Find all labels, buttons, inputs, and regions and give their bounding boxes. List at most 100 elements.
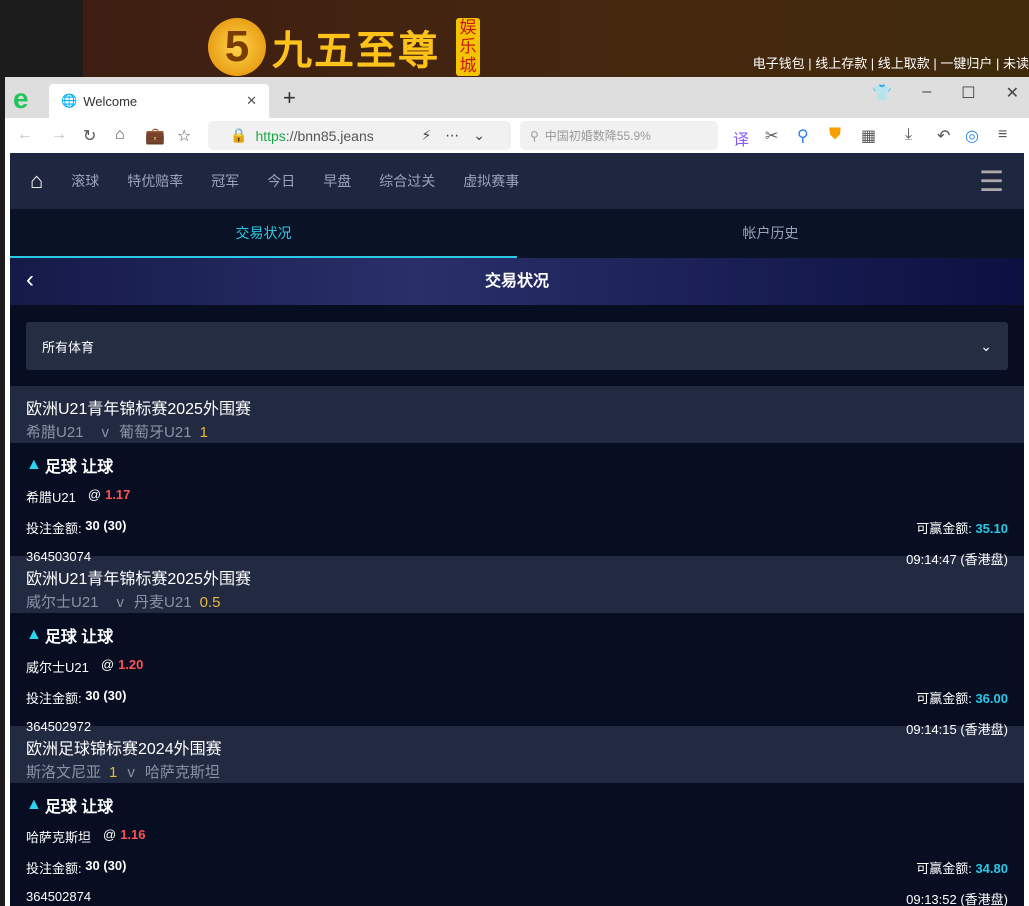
undo-icon[interactable]: ↶ <box>937 126 950 146</box>
menu-icon[interactable]: ≡ <box>998 126 1007 144</box>
bet-time: 09:14:47 (香港盘) <box>906 552 1008 567</box>
home-icon[interactable]: ⌂ <box>30 168 43 194</box>
bet-id: 364503074 <box>26 549 92 564</box>
nav-item[interactable]: 虚拟赛事 <box>463 171 519 191</box>
away-handicap: 1 <box>199 424 208 441</box>
bet-type: 足球 让球 <box>44 799 114 816</box>
logo-name: 九五至尊 <box>272 29 440 73</box>
translate-icon[interactable]: 译 <box>733 126 749 150</box>
nav-item[interactable]: 综合过关 <box>379 171 435 191</box>
warning-icon: ▲ <box>26 796 42 813</box>
site-banner: 5 九五至尊 娱乐城 电子钱包 | 线上存款 | 线上取款 | 一键归户 | 未… <box>83 0 1029 77</box>
scissors-icon[interactable]: ✂ <box>765 126 778 146</box>
search-icon: ⚲ <box>530 128 539 143</box>
away-handicap: 0.5 <box>199 594 221 611</box>
back-icon[interactable]: ← <box>17 126 33 144</box>
url-text: ://bnn85.jeans <box>285 127 374 144</box>
shield-icon[interactable]: ⛊ <box>829 126 841 144</box>
win-amount: 36.00 <box>975 691 1008 706</box>
tab-bar: e 🌐 Welcome ✕ + 👕 – ☐ ✕ <box>5 77 1029 118</box>
league-name: 欧洲U21青年锦标赛2025外围赛 <box>26 401 251 418</box>
bet-item: 欧洲U21青年锦标赛2025外围赛 希腊U21 v 葡萄牙U21 1 ▲ 足球 让球 希… <box>10 386 1024 567</box>
apps-icon[interactable]: ▦ <box>861 126 876 146</box>
reload-icon[interactable]: ↻ <box>83 126 96 146</box>
browser-logo-icon: e <box>13 83 29 114</box>
match-teams: 威尔士U21 v 丹麦U21 0.5 <box>26 591 1008 612</box>
tab-transaction-status[interactable]: 交易状况 <box>10 210 517 258</box>
browser-toolbar: ← → ↻ ⌂ 💼 ☆ 🔒 https://bnn85.jeans ⚡⋯⌄ ⚲ … <box>5 118 1029 154</box>
close-tab-icon[interactable]: ✕ <box>246 93 257 109</box>
bet-item: 欧洲足球锦标赛2024外围赛 斯洛文尼亚 1 v 哈萨克斯坦 ▲ 足球 让球 哈萨克斯坦… <box>10 726 1024 906</box>
briefcase-icon[interactable]: 💼 <box>145 126 165 146</box>
forward-icon[interactable]: → <box>51 126 67 144</box>
win-label: 可赢金额: <box>916 691 972 706</box>
bet-details: ▲ 足球 让球 希腊U21 @ 1.17 投注金额: 30 (30) 可赢金额: 35… <box>10 443 1024 567</box>
home-handicap: 1 <box>109 764 118 781</box>
skin-icon[interactable]: 👕 <box>872 83 892 103</box>
match-teams: 希腊U21 v 葡萄牙U21 1 <box>26 421 1008 442</box>
address-bar[interactable]: 🔒 https://bnn85.jeans ⚡⋯⌄ <box>208 121 511 150</box>
stake-label: 投注金额: <box>26 861 82 876</box>
betting-page: ⌂ 滚球 特优赔率 冠军 今日 早盘 综合过关 虚拟赛事 ☰ 交易状况 帐户历史… <box>10 153 1024 906</box>
bet-item: 欧洲U21青年锦标赛2025外围赛 威尔士U21 v 丹麦U21 0.5 ▲ 足球 让球… <box>10 556 1024 737</box>
hamburger-menu-icon[interactable]: ☰ <box>979 165 1004 198</box>
sync-icon[interactable]: ◎ <box>965 126 979 146</box>
nav-item[interactable]: 特优赔率 <box>127 171 183 191</box>
logo-mark: 5 <box>208 18 266 76</box>
site-logo[interactable]: 5 九五至尊 娱乐城 <box>208 18 480 76</box>
home-icon[interactable]: ⌂ <box>115 126 125 144</box>
home-team: 希腊U21 <box>26 424 84 441</box>
logo-tag: 娱乐城 <box>456 18 480 76</box>
new-tab-button[interactable]: + <box>283 85 296 111</box>
away-team: 葡萄牙U21 <box>119 424 192 441</box>
warning-icon: ▲ <box>26 456 42 473</box>
minimize-button[interactable]: – <box>922 83 931 103</box>
lock-icon: 🔒 <box>230 127 248 143</box>
versus: v <box>127 764 135 781</box>
home-team: 威尔士U21 <box>26 594 99 611</box>
bet-details: ▲ 足球 让球 哈萨克斯坦 @ 1.16 投注金额: 30 (30) 可赢金额: 34… <box>10 783 1024 906</box>
search-placeholder: 中国初婚数降55.9% <box>544 129 651 143</box>
url-scheme: https <box>255 127 286 144</box>
stake-label: 投注金额: <box>26 691 82 706</box>
odds: 1.20 <box>118 657 144 672</box>
close-window-button[interactable]: ✕ <box>1006 83 1019 103</box>
away-team: 哈萨克斯坦 <box>144 764 220 781</box>
page-header: ‹ 交易状况 <box>10 258 1024 305</box>
bet-id: 364502874 <box>26 889 92 904</box>
nav-item[interactable]: 今日 <box>267 171 295 191</box>
league-name: 欧洲U21青年锦标赛2025外围赛 <box>26 571 251 588</box>
stake-amount: 30 (30) <box>85 518 127 533</box>
top-links[interactable]: 电子钱包 | 线上存款 | 线上取款 | 一键归户 | 未读 <box>753 53 1029 72</box>
search-tool-icon[interactable]: ⚲ <box>797 126 809 146</box>
page-title: 交易状况 <box>484 273 549 290</box>
nav-item[interactable]: 滚球 <box>71 171 99 191</box>
sport-filter-value: 所有体育 <box>42 339 95 355</box>
selection: 希腊U21 <box>26 490 76 505</box>
stake-label: 投注金额: <box>26 521 82 536</box>
warning-icon: ▲ <box>26 626 42 643</box>
search-box[interactable]: ⚲ 中国初婚数降55.9% <box>520 121 718 150</box>
win-label: 可赢金额: <box>916 521 972 536</box>
odds: 1.17 <box>105 487 131 502</box>
download-icon[interactable]: ⤓ <box>905 126 912 144</box>
maximize-button[interactable]: ☐ <box>961 83 975 103</box>
bet-type: 足球 让球 <box>44 459 114 476</box>
main-nav: ⌂ 滚球 特优赔率 冠军 今日 早盘 综合过关 虚拟赛事 ☰ <box>10 153 1024 210</box>
browser-window: e 🌐 Welcome ✕ + 👕 – ☐ ✕ ← → ↻ ⌂ 💼 ☆ 🔒 ht… <box>5 77 1029 906</box>
nav-item[interactable]: 冠军 <box>211 171 239 191</box>
versus: v <box>116 594 125 611</box>
bet-time: 09:13:52 (香港盘) <box>906 892 1008 906</box>
favorites-icon[interactable]: ☆ <box>177 126 191 146</box>
browser-tab[interactable]: 🌐 Welcome ✕ <box>49 84 269 118</box>
sport-filter-select[interactable]: 所有体育 ⌄ <box>26 322 1008 370</box>
league-header: 欧洲U21青年锦标赛2025外围赛 希腊U21 v 葡萄牙U21 1 <box>10 386 1024 443</box>
globe-icon: 🌐 <box>61 93 78 108</box>
win-amount: 35.10 <box>975 521 1008 536</box>
win-label: 可赢金额: <box>916 861 972 876</box>
bet-id: 364502972 <box>26 719 92 734</box>
versus: v <box>101 424 110 441</box>
tab-account-history[interactable]: 帐户历史 <box>517 210 1024 258</box>
back-chevron-icon[interactable]: ‹ <box>26 266 34 294</box>
nav-item[interactable]: 早盘 <box>323 171 351 191</box>
